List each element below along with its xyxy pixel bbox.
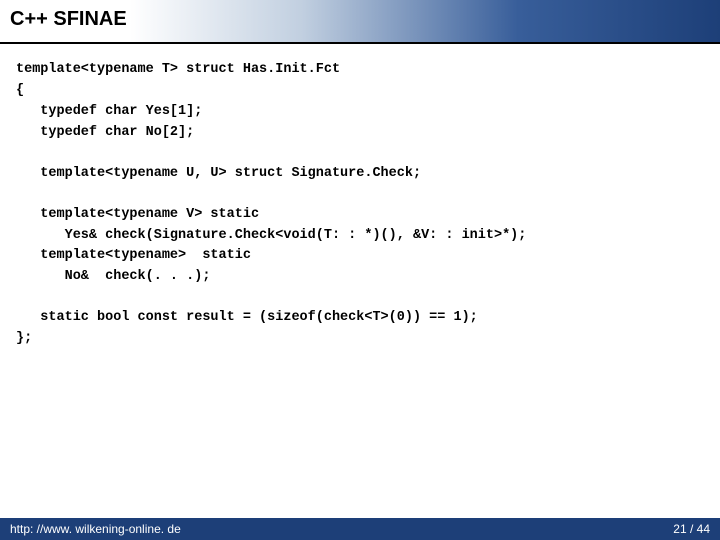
code-blank [16, 185, 704, 205]
code-line: No& check(. . .); [16, 267, 704, 288]
header-band: C++ SFINAE [0, 0, 720, 42]
footer-url: http: //www. wilkening-online. de [10, 522, 181, 536]
code-line: template<typename U, U> struct Signature… [16, 164, 704, 185]
footer-bar: http: //www. wilkening-online. de 21 / 4… [0, 518, 720, 540]
code-line: { [16, 81, 704, 102]
code-line: typedef char No[2]; [16, 123, 704, 144]
footer-page: 21 / 44 [673, 522, 710, 536]
code-line: static bool const result = (sizeof(check… [16, 308, 704, 329]
code-line: template<typename V> static [16, 205, 704, 226]
page-title: C++ SFINAE [10, 8, 127, 31]
code-blank [16, 144, 704, 164]
code-line: template<typename T> struct Has.Init.Fct [16, 60, 704, 81]
code-blank [16, 288, 704, 308]
code-line: typedef char Yes[1]; [16, 102, 704, 123]
code-block: template<typename T> struct Has.Init.Fct… [16, 60, 704, 350]
title-underline [0, 42, 720, 44]
code-line: }; [16, 329, 704, 350]
code-line: Yes& check(Signature.Check<void(T: : *)(… [16, 226, 704, 247]
code-line: template<typename> static [16, 246, 704, 267]
